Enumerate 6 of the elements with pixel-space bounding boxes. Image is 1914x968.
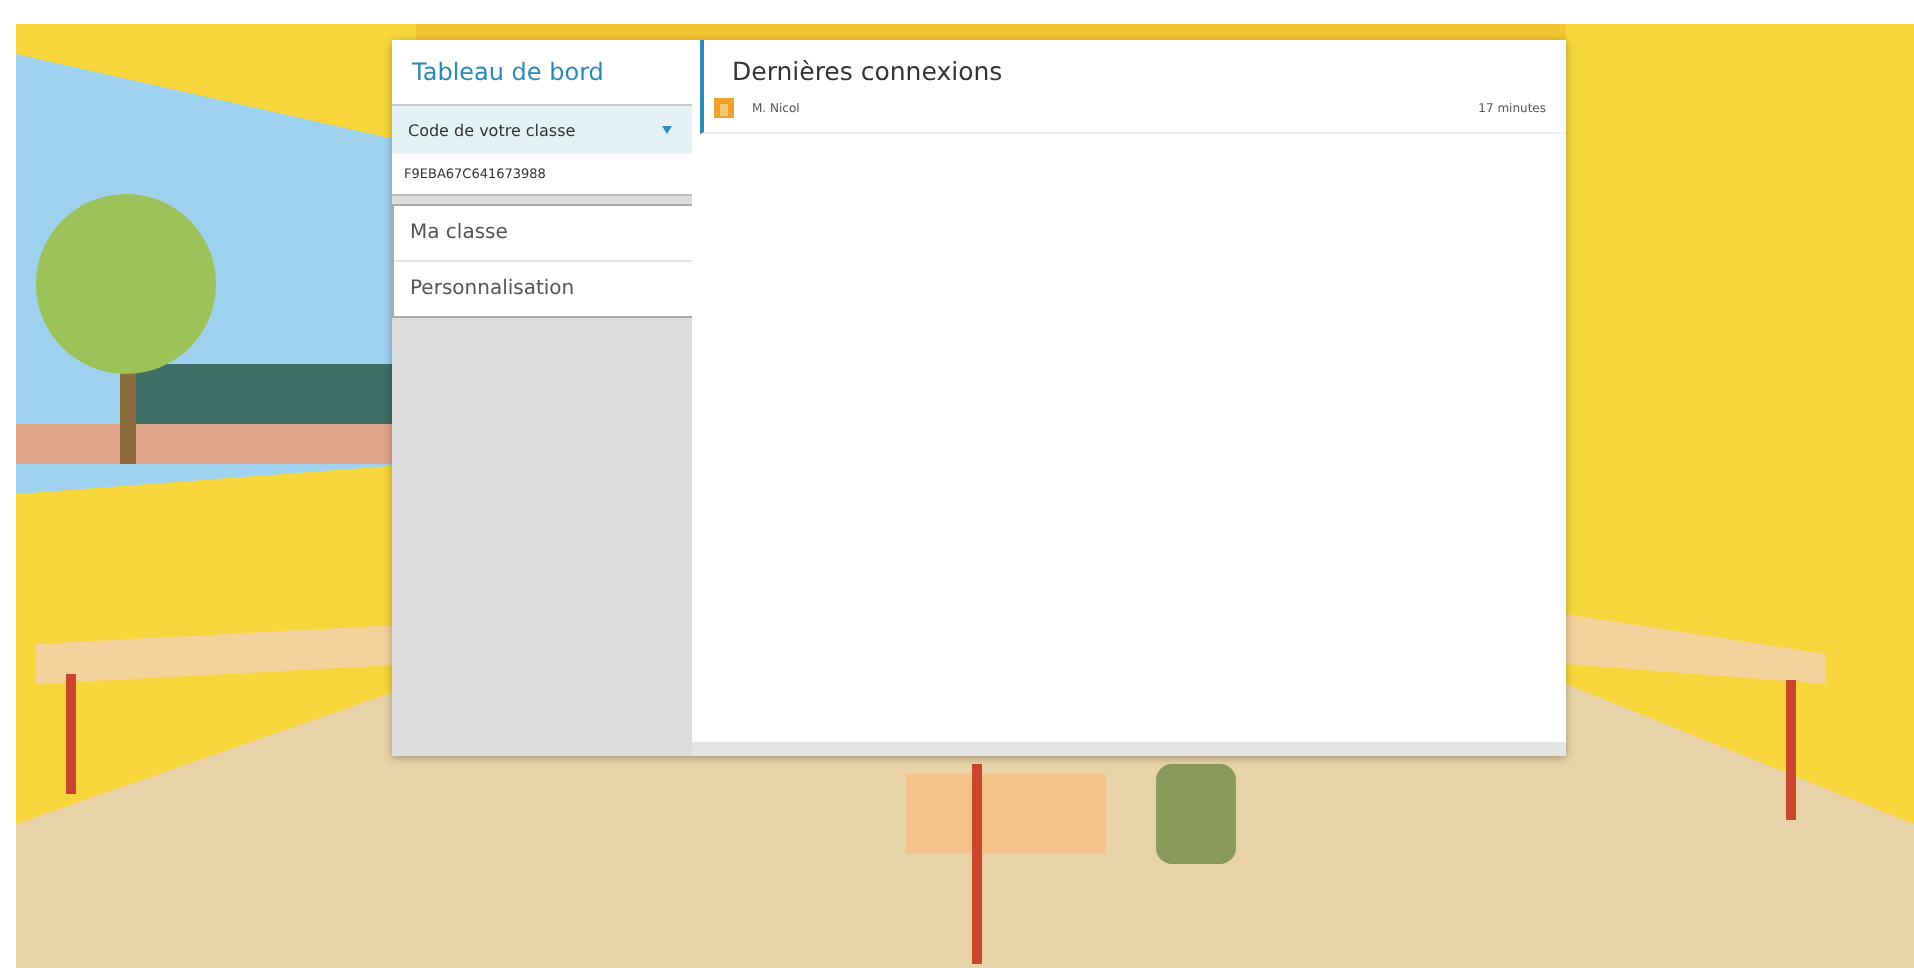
section-title: Dernières connexions [732, 56, 1005, 86]
dashboard-title[interactable]: Tableau de bord [392, 40, 692, 104]
avatar-icon [712, 96, 736, 120]
caret-icon [662, 126, 672, 134]
class-code-dropdown[interactable]: Code de votre classe [392, 104, 692, 154]
menu-item[interactable]: Personnalisation [394, 262, 692, 316]
